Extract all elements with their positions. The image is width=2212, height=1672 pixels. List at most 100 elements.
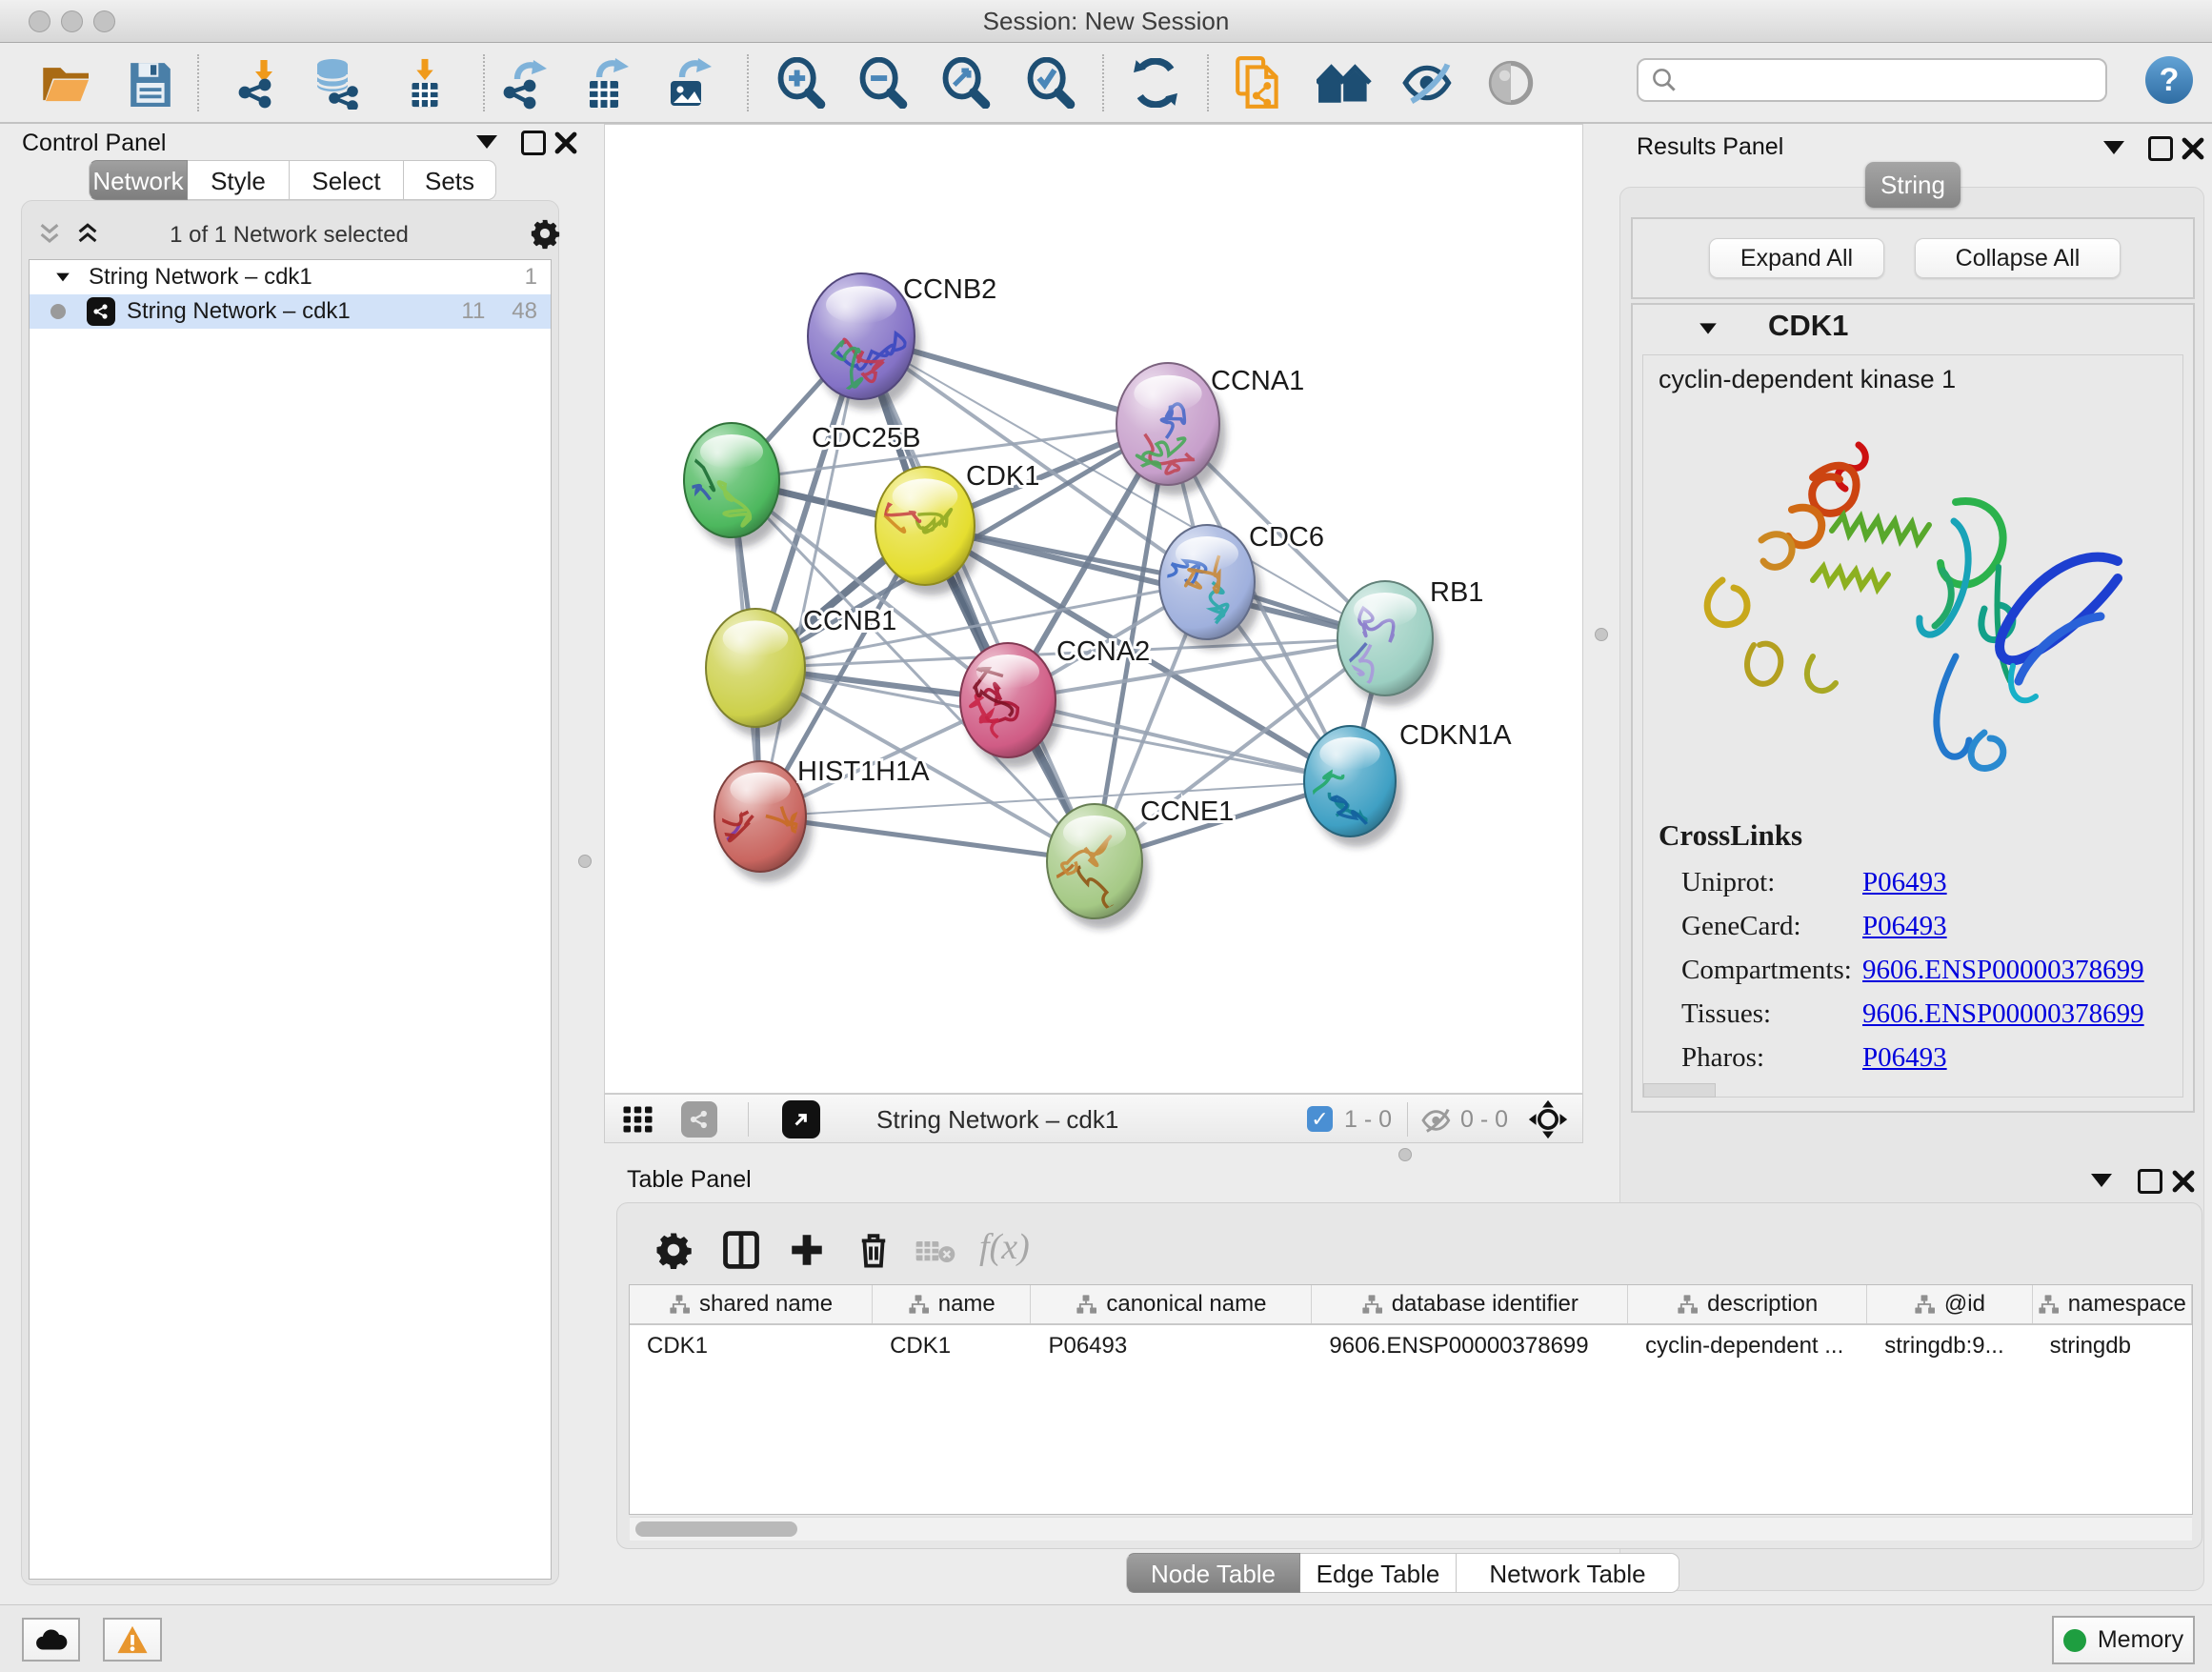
control-panel: Control Panel NetworkStyleSelectSets 1 o… — [14, 124, 564, 1585]
tab-string[interactable]: String — [1865, 162, 1961, 208]
hidden-eye-icon[interactable] — [1420, 1107, 1453, 1134]
import-network-database-icon[interactable] — [311, 56, 366, 110]
table-row[interactable]: CDK1CDK1P064939606.ENSP00000378699cyclin… — [630, 1325, 2192, 1367]
float-panel-icon[interactable] — [2148, 136, 2173, 161]
crosslink-value[interactable]: P06493 — [1862, 867, 1947, 898]
float-panel-icon[interactable] — [2138, 1169, 2162, 1194]
tree-expander-icon[interactable] — [56, 273, 70, 282]
column-header-canonical-name[interactable]: canonical name — [1031, 1285, 1312, 1323]
crosslink-value[interactable]: 9606.ENSP00000378699 — [1862, 998, 2144, 1030]
cloud-button[interactable] — [22, 1618, 80, 1662]
crosslink-value[interactable]: P06493 — [1862, 1042, 1947, 1074]
network-view-title: String Network – cdk1 — [876, 1105, 1118, 1135]
zoom-selected-icon[interactable] — [1024, 57, 1076, 109]
tab-node-table[interactable]: Node Table — [1126, 1553, 1300, 1593]
table-horizontal-scrollbar[interactable] — [630, 1517, 2192, 1541]
results-panel-title: Results Panel — [1637, 133, 1783, 161]
control-panel-title: Control Panel — [22, 130, 166, 157]
collapse-all-button[interactable]: Collapse All — [1915, 238, 2121, 278]
column-header-name[interactable]: name — [873, 1285, 1031, 1323]
crosslink-label: Compartments: — [1681, 955, 1862, 986]
node-label-RB1: RB1 — [1430, 577, 1483, 608]
grid-view-icon[interactable] — [622, 1105, 656, 1134]
zoom-out-icon[interactable] — [856, 57, 908, 109]
collapse-panel-icon[interactable] — [2103, 141, 2124, 154]
open-session-icon[interactable] — [38, 59, 91, 107]
export-table-icon[interactable] — [580, 56, 633, 110]
tab-network[interactable]: Network — [89, 160, 188, 200]
column-header-description[interactable]: description — [1628, 1285, 1867, 1323]
close-panel-icon[interactable] — [2182, 137, 2204, 160]
crosslink-value[interactable]: 9606.ENSP00000378699 — [1862, 955, 2144, 986]
birdseye-toggle-icon[interactable] — [681, 1101, 717, 1138]
refresh-view-icon[interactable] — [1131, 58, 1180, 108]
warning-button[interactable] — [103, 1618, 162, 1662]
detach-view-icon[interactable] — [782, 1100, 820, 1138]
zoom-in-icon[interactable] — [774, 57, 826, 109]
left-splitter-handle[interactable] — [578, 855, 592, 868]
help-button[interactable]: ? — [2145, 56, 2193, 104]
function-builder-icon-disabled: f(x) — [979, 1226, 1030, 1268]
node-count: 11 — [461, 298, 485, 325]
crosslink-label: GeneCard: — [1681, 911, 1862, 942]
enhanced-labels-toggle-icon[interactable] — [1401, 59, 1455, 107]
hidden-count: 0 - 0 — [1460, 1106, 1508, 1134]
table-cell: P06493 — [1031, 1325, 1312, 1367]
scrollbar-thumb[interactable] — [635, 1521, 797, 1537]
network-collection-row[interactable]: String Network – cdk1 1 — [30, 260, 551, 294]
column-header-namespace[interactable]: namespace — [2033, 1285, 2192, 1323]
glass-ball-toggle-icon[interactable] — [1486, 59, 1536, 107]
float-panel-icon[interactable] — [521, 131, 546, 155]
string-home-icon[interactable] — [1317, 59, 1372, 107]
delete-column-icon[interactable] — [854, 1228, 894, 1272]
node-label-CCNA2: CCNA2 — [1056, 636, 1150, 667]
column-header-database-identifier[interactable]: database identifier — [1312, 1285, 1628, 1323]
node-label-CCNE1: CCNE1 — [1140, 796, 1234, 827]
entry-detail-box: cyclin-dependent kinase 1 — [1642, 354, 2183, 1098]
partial-scrollbar[interactable] — [1643, 1083, 1716, 1098]
column-type-icon — [1076, 1294, 1096, 1315]
gear-icon[interactable] — [529, 217, 561, 250]
network-view-toolbar: String Network – cdk1 ✓ 1 - 0 0 - 0 — [604, 1094, 1583, 1143]
search-input[interactable] — [1679, 66, 2105, 94]
memory-button[interactable]: Memory — [2052, 1616, 2195, 1664]
tab-select[interactable]: Select — [290, 160, 404, 200]
table-cell: CDK1 — [873, 1325, 1031, 1367]
export-network-icon[interactable] — [498, 56, 552, 110]
bottom-splitter-handle[interactable] — [1398, 1148, 1412, 1161]
separator — [1407, 1102, 1408, 1137]
import-network-file-icon[interactable] — [231, 56, 285, 110]
selected-checkbox-icon[interactable]: ✓ — [1307, 1106, 1333, 1132]
string-import-icon[interactable] — [1234, 55, 1285, 111]
table-gear-icon[interactable] — [654, 1230, 694, 1270]
right-splitter-handle[interactable] — [1595, 628, 1608, 641]
tab-network-table[interactable]: Network Table — [1457, 1553, 1679, 1593]
column-header-shared-name[interactable]: shared name — [630, 1285, 873, 1323]
network-canvas[interactable]: CCNB2CCNA1CDC25BCDK1CDC6RB1CCNB1CCNA2CDK… — [604, 124, 1583, 1094]
select-columns-icon[interactable] — [720, 1228, 762, 1272]
memory-status-dot — [2063, 1629, 2086, 1652]
collapse-panel-icon[interactable] — [2091, 1174, 2112, 1187]
export-image-icon[interactable] — [663, 56, 716, 110]
import-table-file-icon[interactable] — [399, 56, 451, 110]
fit-selected-crosshair-icon[interactable] — [1527, 1098, 1569, 1140]
toolbar-search[interactable] — [1637, 58, 2107, 102]
entry-expander-icon[interactable] — [1699, 323, 1717, 333]
zoom-fit-icon[interactable] — [939, 57, 991, 109]
create-column-icon[interactable] — [787, 1230, 827, 1270]
column-header--id[interactable]: @id — [1867, 1285, 2032, 1323]
tab-style[interactable]: Style — [188, 160, 290, 200]
column-type-icon — [1677, 1294, 1698, 1315]
tab-sets[interactable]: Sets — [404, 160, 496, 200]
network-row-selected[interactable]: String Network – cdk1 11 48 — [30, 294, 551, 329]
expand-all-button[interactable]: Expand All — [1709, 238, 1884, 278]
close-panel-icon[interactable] — [2172, 1170, 2195, 1193]
save-session-icon[interactable] — [127, 59, 174, 107]
tab-edge-table[interactable]: Edge Table — [1300, 1553, 1457, 1593]
search-icon — [1650, 66, 1679, 94]
collapse-panel-icon[interactable] — [476, 135, 497, 149]
crosslink-value[interactable]: P06493 — [1862, 911, 1947, 942]
string-network-icon — [87, 297, 115, 326]
status-bar: Memory — [0, 1604, 2212, 1672]
close-panel-icon[interactable] — [554, 131, 577, 154]
